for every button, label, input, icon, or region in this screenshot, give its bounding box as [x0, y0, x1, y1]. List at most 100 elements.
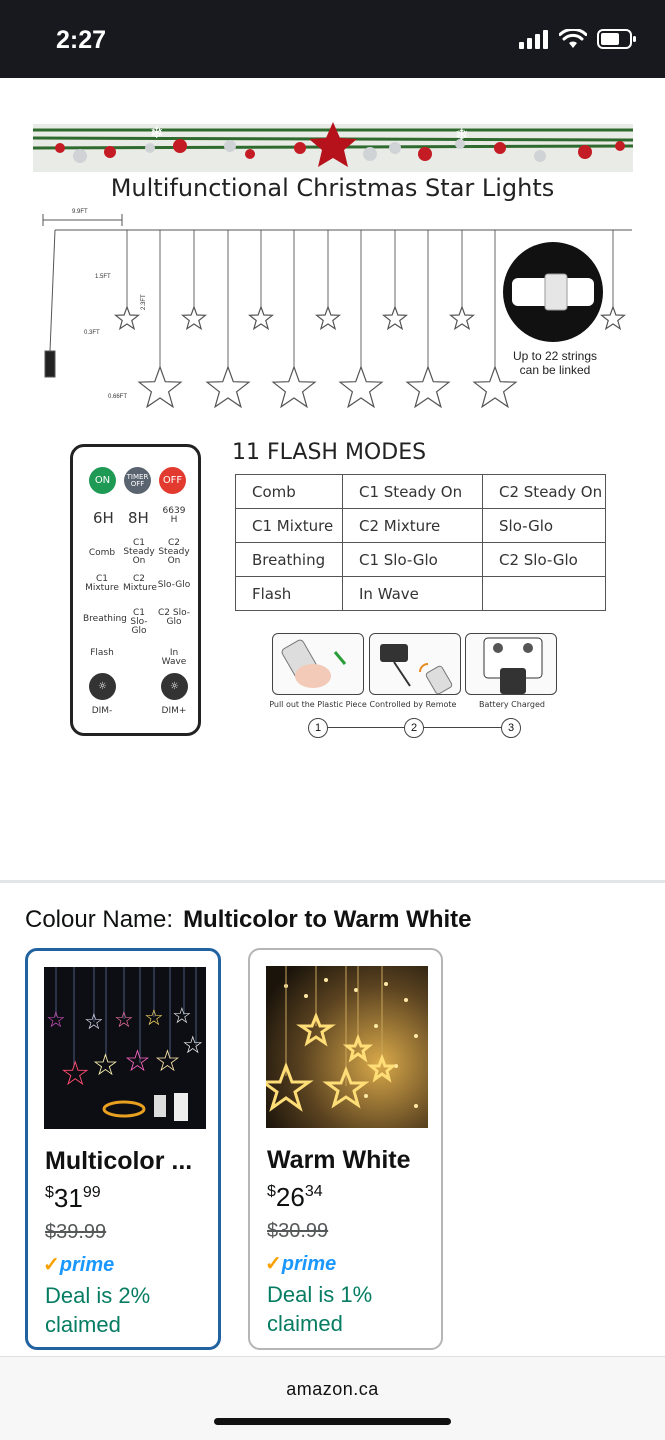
colour-option-multicolor[interactable]: ☆ ☆ ☆ ☆ ☆ ☆ ☆ ☆ ☆ ☆ Multicolor ... $3199 $39… — [25, 948, 221, 1350]
remote-dim-plus: DIM+ — [161, 706, 187, 716]
svg-text:☆: ☆ — [124, 1045, 151, 1078]
star-light — [448, 305, 476, 331]
product-image[interactable]: — ❄ ❄ Multifunctional Christmas Star Lig… — [0, 78, 665, 798]
mode-cell: In Wave — [342, 576, 483, 611]
colour-label: Colour Name: — [25, 906, 174, 933]
remote-comb: Comb — [88, 548, 116, 558]
svg-text:☆: ☆ — [172, 1003, 192, 1028]
svg-text:0.3FT: 0.3FT — [84, 330, 100, 336]
mode-cell: C2 Mixture — [342, 508, 483, 543]
star-light — [247, 305, 275, 331]
link-note: Up to 22 strings can be linked — [505, 349, 605, 377]
wifi-icon — [559, 29, 587, 48]
remote-dim-plus-icon: ☼ — [161, 673, 188, 700]
svg-text:1.5FT: 1.5FT — [95, 274, 111, 280]
swatch-list-price: $30.99 — [267, 1220, 329, 1242]
browser-domain[interactable]: amazon.ca — [0, 1379, 665, 1400]
price-whole: 31 — [53, 1183, 83, 1213]
home-indicator[interactable] — [214, 1418, 451, 1425]
svg-text:☆: ☆ — [114, 1007, 134, 1032]
remote-off-button: OFF — [159, 467, 186, 494]
star-curtain-diagram: 9.9FT 1.5FT 0.3FT 0.66FT 2.3FT — [42, 209, 632, 409]
status-time: 2:27 — [56, 26, 107, 54]
swatch-name: Multicolor ... — [45, 1147, 193, 1175]
remote-c2-steady: C2 Steady On — [158, 538, 190, 566]
svg-text:☆: ☆ — [60, 1055, 90, 1093]
price-fraction: 34 — [304, 1183, 323, 1200]
browser-bottom-bar: amazon.ca — [0, 1356, 665, 1440]
prime-check-icon: ✓ — [43, 1254, 60, 1276]
battery-compartment-icon — [483, 637, 543, 694]
star-light — [271, 365, 317, 409]
svg-text:❄: ❄ — [455, 127, 468, 144]
prime-check-icon: ✓ — [265, 1253, 282, 1275]
mode-cell: Breathing — [235, 542, 343, 577]
colour-option-warm-white[interactable]: Warm White $2634 $30.99 ✓prime Deal is 1… — [248, 948, 443, 1350]
price-whole: 26 — [275, 1182, 305, 1212]
mode-cell — [482, 576, 606, 611]
star-light — [599, 305, 627, 331]
star-light — [314, 305, 342, 331]
mode-cell: C1 Slo-Glo — [342, 542, 483, 577]
remote-timer-button: TIMER OFF — [124, 467, 151, 494]
swatch-name: Warm White — [267, 1146, 411, 1174]
star-light — [405, 365, 451, 409]
mode-cell: C2 Slo-Glo — [482, 542, 606, 577]
table-row: Breathing C1 Slo-Glo C2 Slo-Glo — [235, 542, 606, 577]
swatch-deal: Deal is 1% claimed — [267, 1282, 373, 1336]
star-light — [137, 365, 183, 409]
status-icons — [519, 28, 637, 50]
remote-6639h: 6639 H — [162, 506, 186, 525]
step-caption: Battery Charged — [479, 700, 545, 709]
remote-on-button: ON — [89, 467, 116, 494]
swatch-image-warm-white — [266, 966, 428, 1128]
mode-cell: C1 Steady On — [342, 474, 483, 509]
remote-in-wave: In Wave — [161, 648, 187, 667]
swatch-list-price: $39.99 — [45, 1221, 107, 1243]
cut-off-text: — — [40, 78, 144, 85]
remote-dim-minus-icon: ☼ — [89, 673, 116, 700]
step-number: 2 — [404, 718, 424, 738]
step-image-remote — [369, 633, 461, 695]
remote-8h: 8H — [128, 509, 149, 527]
step-number: 1 — [308, 718, 328, 738]
colour-name-row: Colour Name: Multicolor to Warm White — [25, 906, 471, 934]
cellular-signal-icon — [519, 30, 548, 49]
remote-c1-mix: C1 Mixture — [85, 574, 119, 593]
svg-text:❄: ❄ — [150, 125, 163, 142]
remote-slo-glo: Slo-Glo — [157, 580, 191, 590]
step-image-battery — [465, 633, 557, 695]
star-light — [180, 305, 208, 331]
price-currency: $ — [267, 1183, 276, 1200]
table-row: C1 Mixture C2 Mixture Slo-Glo — [235, 508, 606, 543]
table-row: Flash In Wave — [235, 576, 606, 611]
remote-6h: 6H — [93, 509, 114, 527]
prime-label: prime — [281, 1253, 337, 1275]
table-row: Comb C1 Steady On C2 Steady On — [235, 474, 606, 509]
swatch-price: $2634 — [267, 1182, 323, 1213]
width-label: 9.9FT — [72, 209, 88, 215]
flash-modes-table: Comb C1 Steady On C2 Steady On C1 Mixtur… — [235, 474, 606, 611]
remote-dim-minus: DIM- — [91, 706, 113, 716]
remote-c1-slo: C1 Slo-Glo — [130, 608, 148, 636]
star-light — [381, 305, 409, 331]
image-title: Multifunctional Christmas Star Lights — [110, 174, 555, 202]
remote-control-illustration: ON TIMER OFF OFF 6H 8H 6639 H Comb C1 St… — [70, 444, 201, 736]
prime-badge: ✓prime — [43, 1252, 114, 1277]
price-currency: $ — [45, 1184, 54, 1201]
swatch-image-multicolor: ☆ ☆ ☆ ☆ ☆ ☆ ☆ ☆ ☆ ☆ — [44, 967, 206, 1129]
mode-cell: C2 Steady On — [482, 474, 606, 509]
remote-breathing: Breathing — [83, 614, 127, 624]
mode-cell: Flash — [235, 576, 343, 611]
svg-text:☆: ☆ — [154, 1045, 181, 1078]
prime-badge: ✓prime — [265, 1251, 336, 1276]
svg-text:☆: ☆ — [46, 1007, 66, 1032]
mode-cell: Comb — [235, 474, 343, 509]
remote-c1-steady: C1 Steady On — [123, 538, 155, 566]
step-number: 3 — [501, 718, 521, 738]
svg-text:☆: ☆ — [182, 1032, 204, 1059]
mode-cell: C1 Mixture — [235, 508, 343, 543]
svg-text:☆: ☆ — [144, 1005, 164, 1030]
price-fraction: 99 — [82, 1184, 101, 1201]
prime-label: prime — [59, 1254, 115, 1276]
